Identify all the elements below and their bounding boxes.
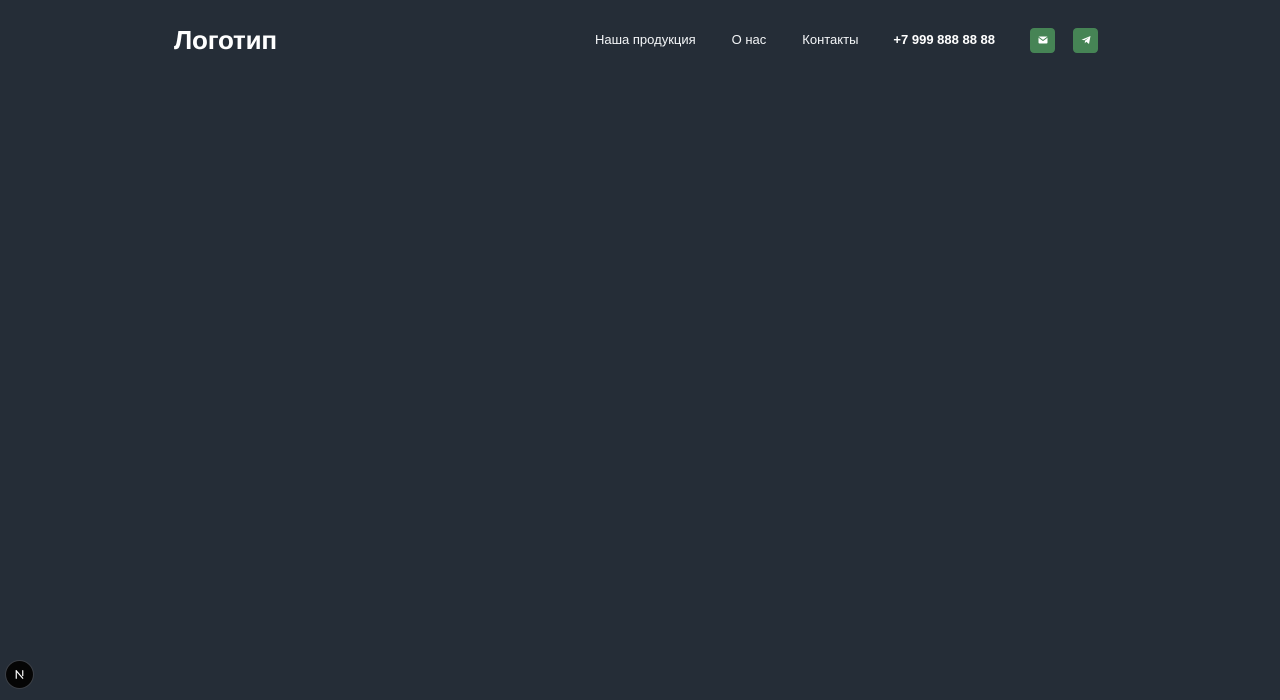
nextjs-icon	[15, 670, 24, 679]
phone-link[interactable]: +7 999 888 88 88	[893, 22, 995, 58]
site-logo[interactable]: Логотип	[174, 22, 277, 58]
nav-link-contacts[interactable]: Контакты	[802, 22, 858, 58]
site-header: Логотип Наша продукция О нас Контакты +7…	[174, 22, 1098, 58]
telegram-icon	[1081, 36, 1090, 44]
page: Логотип Наша продукция О нас Контакты +7…	[0, 0, 1280, 700]
telegram-button[interactable]	[1073, 27, 1098, 53]
mail-button[interactable]	[1030, 27, 1055, 53]
main-navigation: Наша продукция О нас Контакты +7 999 888…	[595, 22, 1098, 58]
mail-icon	[1038, 36, 1047, 44]
nav-link-products[interactable]: Наша продукция	[595, 22, 696, 58]
nav-link-about[interactable]: О нас	[732, 22, 767, 58]
nextjs-dev-badge[interactable]	[6, 661, 33, 688]
